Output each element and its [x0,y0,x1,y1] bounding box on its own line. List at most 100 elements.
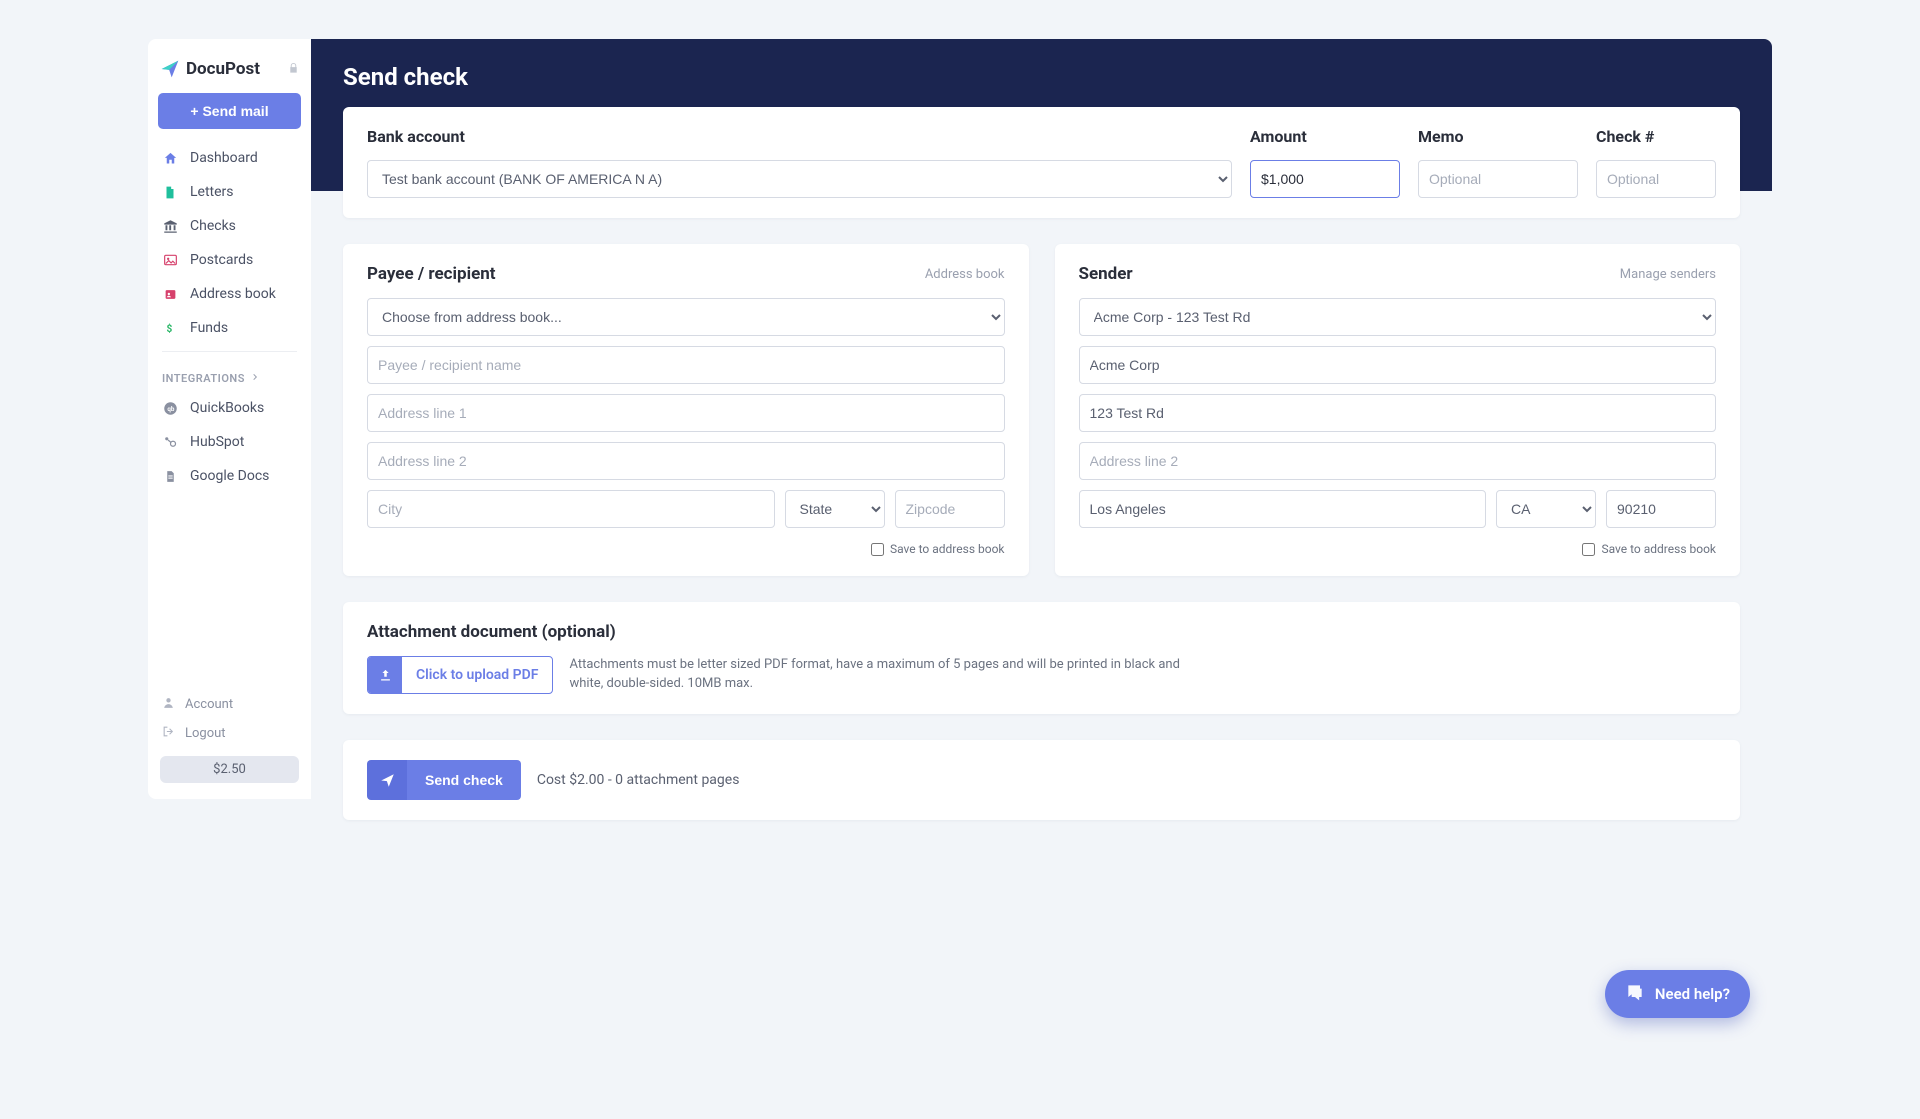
bank-account-select[interactable]: Test bank account (BANK OF AMERICA N A) [367,160,1232,198]
sender-select[interactable]: Acme Corp - 123 Test Rd [1079,298,1717,336]
integrations-label: INTEGRATIONS [162,372,245,385]
payee-save-label: Save to address book [890,542,1005,556]
send-check-button[interactable]: Send check [367,760,521,800]
address-book-icon [162,286,178,302]
sender-zip-input[interactable] [1606,490,1716,528]
payee-state-select[interactable]: State [785,490,885,528]
integration-google-docs[interactable]: Google Docs [148,459,311,493]
sender-save-row[interactable]: Save to address book [1079,542,1717,556]
amount-label: Amount [1250,127,1400,146]
payee-title: Payee / recipient [367,264,496,284]
payee-addr2-input[interactable] [367,442,1005,480]
attachment-card: Attachment document (optional) Click to … [343,602,1740,714]
payee-city-input[interactable] [367,490,775,528]
amount-input[interactable] [1250,160,1400,198]
page-title: Send check [343,63,1740,91]
sender-title: Sender [1079,264,1133,284]
attachment-description: Attachments must be letter sized PDF for… [569,656,1189,694]
nav-label: Postcards [190,252,253,268]
dollar-icon: $ [162,320,178,336]
google-docs-icon [162,468,178,484]
account-label: Account [185,697,233,712]
attachment-title: Attachment document (optional) [367,622,1716,642]
check-number-input[interactable] [1596,160,1716,198]
payee-name-input[interactable] [367,346,1005,384]
nav-item-letters[interactable]: Letters [148,175,311,209]
sidebar: DocuPost + Send mail Dashboard Letters C… [148,39,311,799]
send-mail-button[interactable]: + Send mail [158,93,301,129]
nav-label: Funds [190,320,228,336]
lock-icon [288,62,299,77]
nav-label: Checks [190,218,236,234]
nav-item-postcards[interactable]: Postcards [148,243,311,277]
sender-card: Sender Manage senders Acme Corp - 123 Te… [1055,244,1741,576]
upload-icon [368,657,402,693]
sender-state-select[interactable]: CA [1496,490,1596,528]
balance-pill[interactable]: $2.50 [160,756,299,783]
sender-addr2-input[interactable] [1079,442,1717,480]
logout-label: Logout [185,726,226,741]
sender-city-input[interactable] [1079,490,1487,528]
paper-plane-icon [160,59,180,79]
logout-link[interactable]: Logout [148,719,311,748]
paper-plane-icon [367,760,407,800]
submit-card: Send check Cost $2.00 - 0 attachment pag… [343,740,1740,820]
nav-item-funds[interactable]: $ Funds [148,311,311,345]
integration-quickbooks[interactable]: qb QuickBooks [148,391,311,425]
cost-text: Cost $2.00 - 0 attachment pages [537,772,740,788]
integrations-header[interactable]: INTEGRATIONS [148,358,311,391]
chat-icon [1625,982,1645,1006]
nav-label: Letters [190,184,234,200]
manage-senders-link[interactable]: Manage senders [1620,267,1716,282]
sender-save-label: Save to address book [1601,542,1716,556]
payee-addr1-input[interactable] [367,394,1005,432]
bank-account-label: Bank account [367,127,1232,146]
upload-label: Click to upload PDF [402,657,552,693]
sender-save-checkbox[interactable] [1582,543,1595,556]
help-label: Need help? [1655,985,1730,1003]
chevron-right-icon [251,372,259,385]
payee-card: Payee / recipient Address book Choose fr… [343,244,1029,576]
nav-item-checks[interactable]: Checks [148,209,311,243]
integration-label: QuickBooks [190,400,264,416]
send-check-label: Send check [407,760,521,800]
hubspot-icon [162,434,178,450]
payee-save-row[interactable]: Save to address book [367,542,1005,556]
memo-input[interactable] [1418,160,1578,198]
nav-item-dashboard[interactable]: Dashboard [148,141,311,175]
sender-addr1-input[interactable] [1079,394,1717,432]
svg-text:$: $ [167,322,173,335]
payee-address-book-select[interactable]: Choose from address book... [367,298,1005,336]
user-icon [162,696,175,713]
integration-hubspot[interactable]: HubSpot [148,425,311,459]
file-icon [162,184,178,200]
integration-label: Google Docs [190,468,269,484]
address-book-link[interactable]: Address book [925,267,1005,282]
svg-text:qb: qb [167,405,175,413]
account-link[interactable]: Account [148,690,311,719]
logout-icon [162,725,175,742]
sender-name-input[interactable] [1079,346,1717,384]
content: Bank account Test bank account (BANK OF … [343,107,1740,820]
divider [162,351,297,352]
quickbooks-icon: qb [162,400,178,416]
payee-save-checkbox[interactable] [871,543,884,556]
upload-pdf-button[interactable]: Click to upload PDF [367,656,553,694]
main: Send check Bank account Test bank accoun… [311,39,1772,799]
nav-list: Dashboard Letters Checks Postcards Addre… [148,141,311,345]
balance-amount: $2.50 [213,762,246,777]
nav-item-address-book[interactable]: Address book [148,277,311,311]
payee-zip-input[interactable] [895,490,1005,528]
integration-label: HubSpot [190,434,244,450]
integrations-list: qb QuickBooks HubSpot Google Docs [148,391,311,493]
nav-label: Dashboard [190,150,258,166]
logo: DocuPost [148,51,311,93]
brand-name: DocuPost [186,59,260,79]
image-icon [162,252,178,268]
check-number-label: Check # [1596,127,1716,146]
home-icon [162,150,178,166]
memo-label: Memo [1418,127,1578,146]
nav-label: Address book [190,286,276,302]
bank-amount-card: Bank account Test bank account (BANK OF … [343,107,1740,218]
help-widget[interactable]: Need help? [1605,970,1750,1018]
